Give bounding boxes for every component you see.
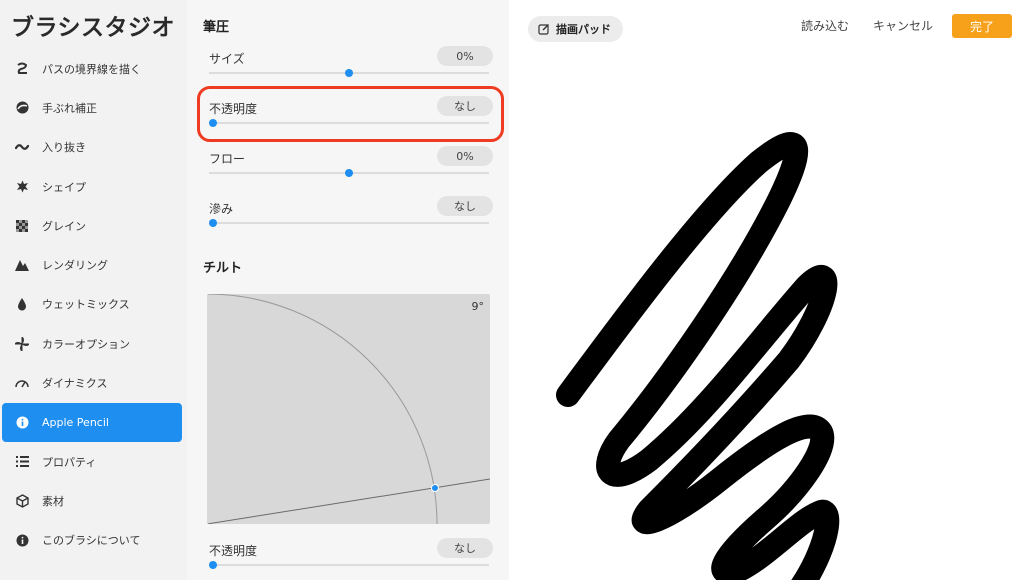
sidebar-item-label: 手ぶれ補正 [42, 101, 97, 115]
stroke-preview [556, 132, 840, 580]
slider-knob[interactable] [345, 169, 353, 177]
setting-label: 滲み [209, 202, 234, 216]
apple-pencil-icon [15, 415, 29, 429]
sidebar-item-taper[interactable]: 入り抜き [2, 128, 182, 167]
shape-icon [15, 180, 29, 194]
tilt-angle-value: 9° [471, 300, 485, 313]
slider-knob[interactable] [209, 561, 217, 569]
drawing-pad-button[interactable]: 描画パッド [528, 16, 623, 42]
tilt-handle[interactable] [431, 484, 439, 492]
sidebar-item-label: グレイン [42, 219, 86, 233]
tilt-section-title: チルト [203, 261, 243, 276]
tilt-angle-line [207, 478, 490, 524]
sidebar: ブラシスタジオ パスの境界線を描く 手ぶれ補正 入り抜き シェイプ グレイン レ… [0, 0, 187, 580]
setting-label: 不透明度 [209, 544, 258, 558]
sidebar-item-materials[interactable]: 素材 [2, 481, 182, 520]
tilt-graph[interactable]: 9° [207, 294, 490, 524]
sidebar-item-label: ウェットミックス [42, 298, 130, 312]
tilt-graph-canvas [207, 294, 490, 524]
sidebar-item-label: 素材 [42, 494, 64, 508]
cancel-button[interactable]: キャンセル [873, 17, 933, 34]
sidebar-item-label: Apple Pencil [42, 415, 109, 429]
slider-knob[interactable] [209, 219, 217, 227]
taper-icon [15, 140, 29, 154]
slider-knob[interactable] [345, 69, 353, 77]
about-brush-icon [15, 533, 29, 547]
setting-label: サイズ [209, 52, 245, 66]
stroke-path-icon [15, 62, 29, 76]
edit-icon [538, 23, 550, 35]
sidebar-item-color-options[interactable]: カラーオプション [2, 324, 182, 363]
import-button[interactable]: 読み込む [801, 17, 849, 34]
app-title: ブラシスタジオ [11, 15, 176, 41]
value-pill[interactable]: 0% [437, 46, 493, 66]
sidebar-item-label: ダイナミクス [42, 377, 108, 391]
sidebar-item-shape[interactable]: シェイプ [2, 167, 182, 206]
sidebar-item-label: このブラシについて [42, 534, 141, 548]
value-pill[interactable]: なし [437, 196, 493, 216]
sidebar-item-label: シェイプ [42, 180, 86, 194]
sidebar-item-dynamics[interactable]: ダイナミクス [2, 363, 182, 402]
drawing-pad-label: 描画パッド [556, 23, 611, 36]
opacity-highlight-outline [197, 86, 504, 142]
sidebar-item-stabilization[interactable]: 手ぶれ補正 [2, 88, 182, 127]
sidebar-item-label: パスの境界線を描く [42, 62, 141, 76]
sidebar-item-stroke-path[interactable]: パスの境界線を描く [2, 49, 182, 88]
slider-track[interactable] [209, 169, 489, 177]
done-button[interactable]: 完了 [952, 14, 1012, 38]
sidebar-item-rendering[interactable]: レンダリング [2, 245, 182, 284]
dynamics-icon [15, 376, 29, 390]
sidebar-item-about-brush[interactable]: このブラシについて [2, 521, 182, 560]
grain-icon [15, 219, 29, 233]
value-pill[interactable]: 0% [437, 146, 493, 166]
rendering-icon [15, 258, 29, 272]
sidebar-item-label: レンダリング [42, 259, 108, 273]
materials-icon [15, 494, 29, 508]
tilt-arc [207, 294, 438, 524]
sidebar-item-label: プロパティ [42, 455, 97, 469]
sidebar-list: パスの境界線を描く 手ぶれ補正 入り抜き シェイプ グレイン レンダリング ウェ… [0, 49, 187, 560]
slider-track[interactable] [209, 69, 489, 77]
properties-icon [15, 455, 29, 469]
slider-track[interactable] [209, 561, 489, 569]
sidebar-item-grain[interactable]: グレイン [2, 206, 182, 245]
sidebar-item-label: カラーオプション [42, 337, 130, 351]
slider-track[interactable] [209, 219, 489, 227]
sidebar-item-properties[interactable]: プロパティ [2, 442, 182, 481]
wet-mix-icon [15, 297, 29, 311]
sidebar-item-apple-pencil[interactable]: Apple Pencil [2, 402, 182, 442]
drawing-canvas[interactable] [509, 50, 1024, 580]
stabilization-icon [15, 101, 29, 115]
sidebar-item-wet-mix[interactable]: ウェットミックス [2, 285, 182, 324]
value-pill[interactable]: なし [437, 538, 493, 558]
sidebar-item-label: 入り抜き [42, 141, 86, 155]
color-options-icon [15, 336, 29, 351]
setting-label: フロー [209, 152, 246, 166]
pressure-section-title: 筆圧 [203, 20, 230, 35]
